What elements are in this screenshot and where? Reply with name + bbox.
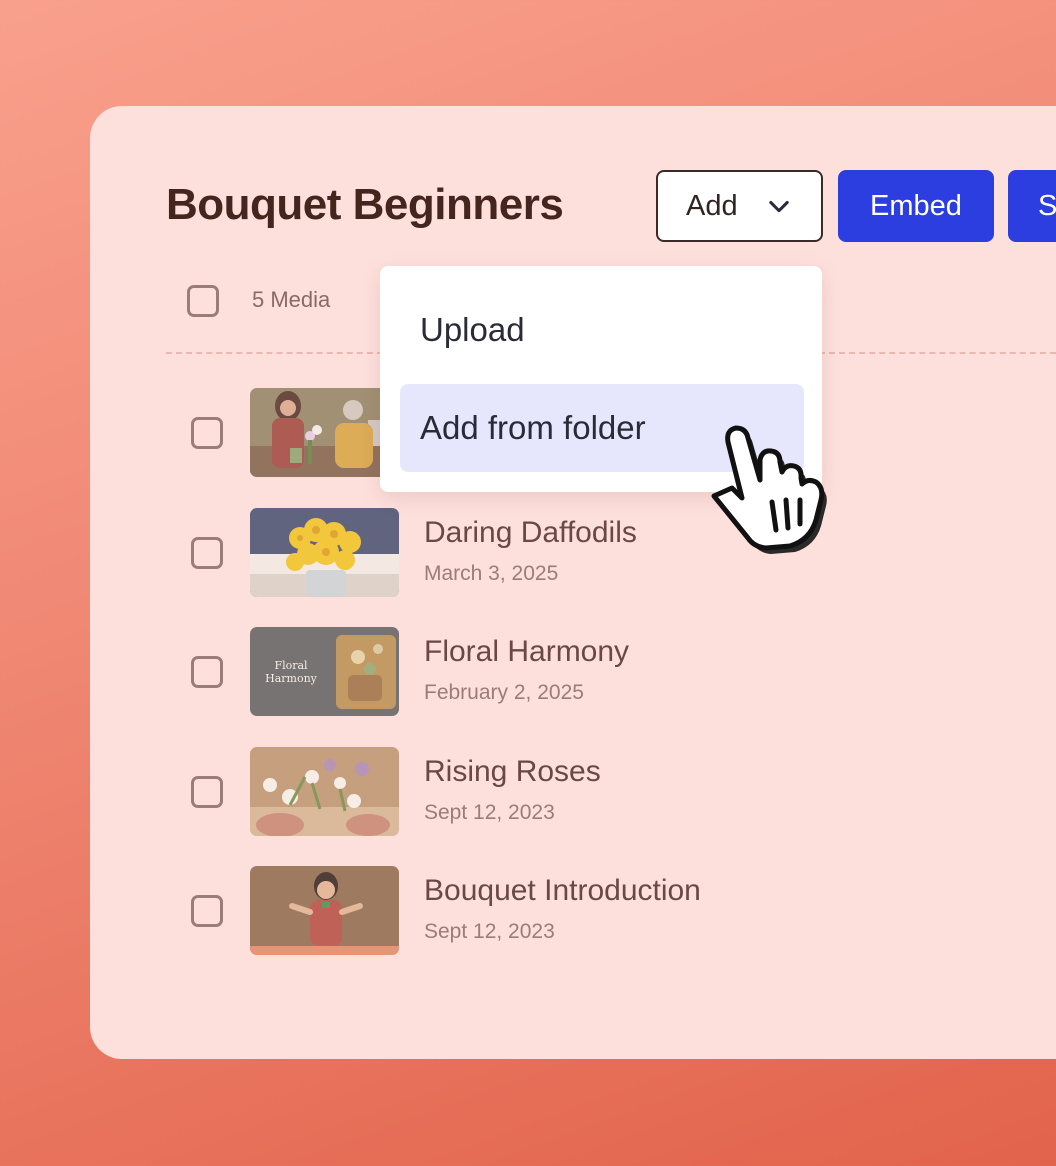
list-item[interactable]: Rising Roses Sept 12, 2023 bbox=[0, 747, 900, 837]
row-checkbox[interactable] bbox=[191, 417, 223, 449]
video-thumbnail[interactable] bbox=[250, 508, 399, 597]
media-title[interactable]: Daring Daffodils bbox=[424, 516, 637, 550]
embed-button[interactable]: Embed bbox=[838, 170, 994, 242]
list-item[interactable]: Floral Harmony Floral Harmony February 2… bbox=[0, 627, 900, 717]
row-checkbox[interactable] bbox=[191, 895, 223, 927]
chevron-down-icon bbox=[769, 200, 789, 213]
media-date: Sept 12, 2023 bbox=[424, 801, 555, 824]
list-item[interactable]: Bouquet Introduction Sept 12, 2023 bbox=[0, 866, 900, 956]
add-dropdown-button[interactable]: Add bbox=[656, 170, 823, 242]
page-title: Bouquet Beginners bbox=[166, 180, 564, 229]
video-thumbnail[interactable] bbox=[250, 388, 399, 477]
media-date: March 3, 2025 bbox=[424, 562, 559, 585]
media-title[interactable]: Floral Harmony bbox=[424, 635, 629, 669]
media-date: February 2, 2025 bbox=[424, 681, 584, 704]
media-date: Sept 12, 2023 bbox=[424, 920, 555, 943]
select-all-checkbox[interactable] bbox=[187, 285, 219, 317]
row-checkbox[interactable] bbox=[191, 776, 223, 808]
media-title[interactable]: Bouquet Introduction bbox=[424, 874, 701, 908]
thumb-caption: Harmony bbox=[265, 672, 318, 685]
menu-item-upload[interactable]: Upload bbox=[400, 286, 804, 374]
add-button-label: Add bbox=[686, 189, 738, 222]
row-checkbox[interactable] bbox=[191, 537, 223, 569]
video-thumbnail[interactable] bbox=[250, 747, 399, 836]
media-title[interactable]: Rising Roses bbox=[424, 755, 601, 789]
hand-pointer-cursor-icon bbox=[711, 425, 827, 554]
row-checkbox[interactable] bbox=[191, 656, 223, 688]
video-thumbnail[interactable] bbox=[250, 866, 399, 955]
share-button[interactable]: S bbox=[1008, 170, 1056, 242]
video-thumbnail[interactable]: Floral Harmony bbox=[250, 627, 399, 716]
thumb-caption: Floral bbox=[274, 659, 308, 672]
media-count: 5 Media bbox=[252, 287, 331, 312]
